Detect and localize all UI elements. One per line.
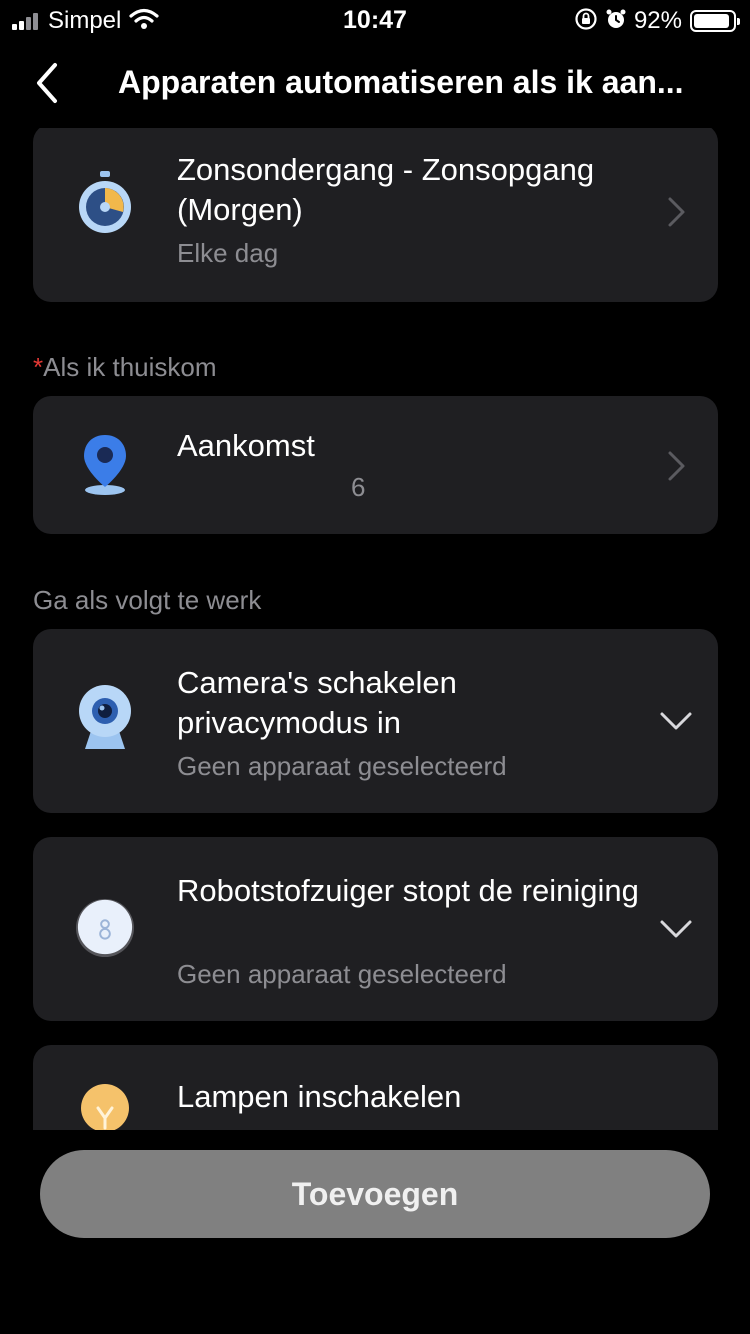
status-right: 92% <box>574 7 740 36</box>
action-subtitle: Geen apparaat geselecteerd <box>177 751 507 781</box>
add-button[interactable]: Toevoegen <box>40 1150 710 1238</box>
action-subtitle: Geen apparaat geselecteerd <box>177 959 507 989</box>
camera-icon <box>75 685 135 751</box>
status-bar: Simpel 10:47 92% <box>0 0 750 40</box>
schedule-card[interactable]: Zonsondergang - Zonsopgang (Morgen) Elke… <box>33 128 718 302</box>
actions-section-label: Ga als volgt te werk <box>33 585 262 615</box>
navigation-bar: Apparaten automatiseren als ik aan... <box>0 44 750 128</box>
action-card-camera[interactable]: Camera's schakelen privacymodus in Geen … <box>33 629 718 813</box>
arrival-value: 6 <box>351 472 366 502</box>
action-title: Lampen inschakelen <box>177 1079 462 1114</box>
action-card-robot-vacuum[interactable]: Robotstofzuiger stopt de reiniging Geen … <box>33 837 718 1021</box>
condition-label-text: Als ik thuiskom <box>43 352 217 382</box>
page-title: Apparaten automatiseren als ik aan... <box>118 64 684 100</box>
condition-section-label: *Als ik thuiskom <box>33 352 217 383</box>
schedule-subtitle: Elke dag <box>177 238 279 268</box>
robot-vacuum-icon <box>75 895 135 961</box>
back-button[interactable] <box>22 58 72 108</box>
chevron-down-icon[interactable] <box>656 701 696 741</box>
content-scroll[interactable]: Zonsondergang - Zonsopgang (Morgen) Elke… <box>0 128 750 1130</box>
alarm-icon <box>604 7 628 36</box>
schedule-title: Zonsondergang - Zonsopgang (Morgen) <box>177 152 595 227</box>
action-title: Robotstofzuiger stopt de reiniging <box>177 873 639 908</box>
chevron-down-icon[interactable] <box>656 909 696 949</box>
action-card-lamps[interactable]: Lampen inschakelen <box>33 1045 718 1130</box>
battery-fill <box>694 14 729 28</box>
required-mark: * <box>33 352 44 382</box>
arrival-card[interactable]: Aankomst 6 <box>33 396 718 534</box>
battery-percent: 92% <box>633 7 682 34</box>
action-title: Camera's schakelen privacymodus in <box>177 665 457 740</box>
arrival-title: Aankomst <box>177 428 315 463</box>
battery-icon <box>690 10 740 32</box>
chevron-right-icon <box>656 446 696 486</box>
lightbulb-icon <box>75 1081 135 1130</box>
chevron-right-icon <box>656 192 696 232</box>
location-pin-icon <box>75 432 135 498</box>
add-button-label: Toevoegen <box>291 1175 459 1212</box>
orientation-lock-icon <box>574 7 598 36</box>
timer-icon <box>75 169 135 235</box>
chevron-left-icon <box>37 63 57 103</box>
